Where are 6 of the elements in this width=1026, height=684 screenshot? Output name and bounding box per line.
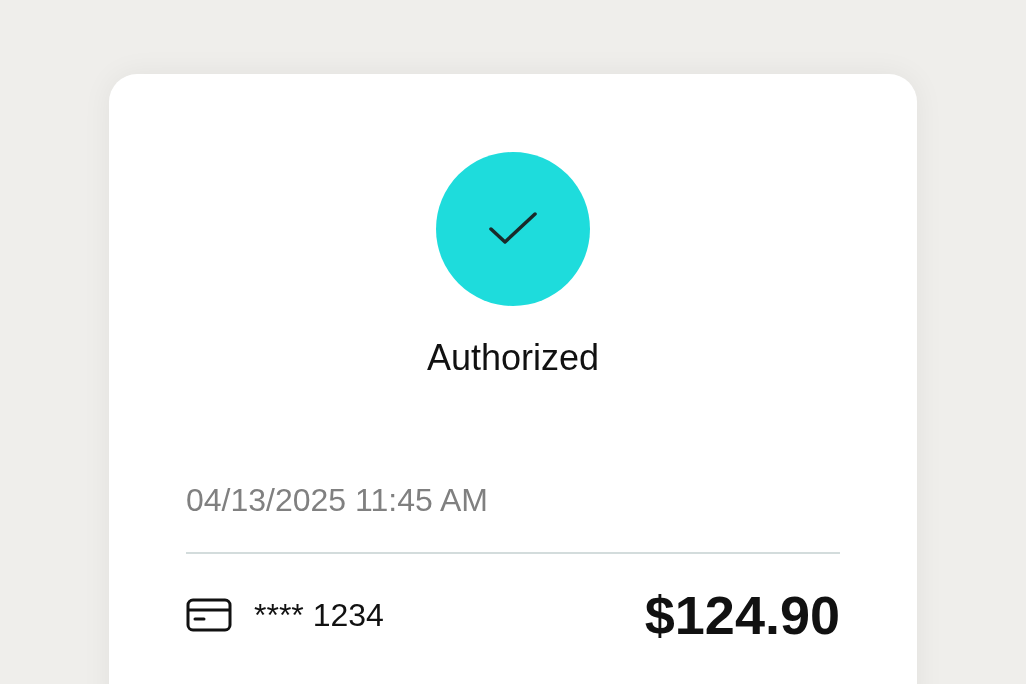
check-icon [488,211,538,247]
amount: $124.90 [644,584,840,646]
transaction-date: 04/13/2025 11:45 AM [186,481,489,520]
credit-card-icon [186,598,232,632]
status-label: Authorized [426,336,600,380]
card-number: **** 1234 [254,596,384,635]
